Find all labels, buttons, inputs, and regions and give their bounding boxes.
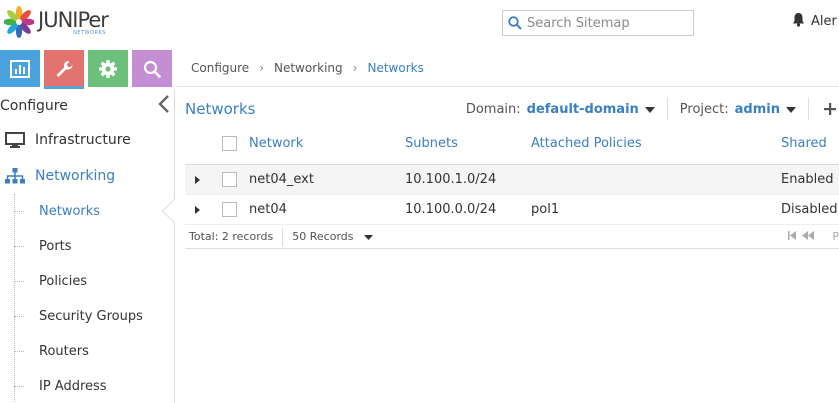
page-label: P xyxy=(832,230,839,243)
divider xyxy=(808,98,809,120)
sidebar-item-label: Ports xyxy=(39,239,72,254)
search-icon xyxy=(143,60,161,78)
sidebar-item-networks[interactable]: Networks xyxy=(0,194,175,229)
sidebar-item-label: Policies xyxy=(39,274,88,289)
monitor-tab[interactable] xyxy=(0,50,40,87)
sidebar-item-networking[interactable]: Networking xyxy=(0,158,174,194)
table-header: Network Subnets Attached Policies Shared xyxy=(185,123,839,165)
plus-icon xyxy=(824,103,836,115)
cell-shared: Disabled xyxy=(781,202,838,217)
sidebar-item-ports[interactable]: Ports xyxy=(0,229,174,264)
first-page-icon[interactable] xyxy=(788,230,797,243)
breadcrumb-separator-icon: › xyxy=(259,61,264,75)
sidebar-item-label: Networks xyxy=(39,204,101,219)
collapse-sidebar-icon[interactable] xyxy=(158,94,170,117)
add-network-button[interactable] xyxy=(821,103,839,115)
breadcrumb-networks: Networks xyxy=(367,61,424,75)
cell-shared: Enabled xyxy=(781,172,834,187)
table-row[interactable]: net04_ext 10.100.1.0/24 Enabled xyxy=(185,165,839,195)
column-attached-policies[interactable]: Attached Policies xyxy=(531,136,781,151)
sidebar: Configure Infrastructure Networking Netw… xyxy=(0,89,175,403)
row-checkbox[interactable] xyxy=(221,172,237,187)
wrench-icon xyxy=(56,60,73,77)
project-value: admin xyxy=(734,101,780,117)
domain-label: Domain: xyxy=(465,101,521,117)
cell-subnets: 10.100.0.0/24 xyxy=(405,202,497,217)
domain-value: default-domain xyxy=(526,101,639,117)
table-row[interactable]: net04 10.100.0.0/24 pol1 Disabled xyxy=(185,195,839,225)
sidebar-item-security-groups[interactable]: Security Groups xyxy=(0,299,174,334)
networking-sub-list: Networks Ports Policies Security Groups … xyxy=(0,194,175,403)
active-pointer-icon xyxy=(161,199,175,223)
breadcrumb-networking[interactable]: Networking xyxy=(274,61,343,75)
settings-tab[interactable] xyxy=(88,50,128,87)
breadcrumb-configure[interactable]: Configure xyxy=(191,61,249,75)
query-tab[interactable] xyxy=(132,50,172,87)
sitemap-icon xyxy=(4,168,26,184)
breadcrumb-separator-icon: › xyxy=(352,61,358,75)
page-title: Networks xyxy=(185,100,256,118)
panel-header: Networks Domain: default-domain Project:… xyxy=(185,96,839,122)
column-shared[interactable]: Shared xyxy=(781,136,839,151)
brand-subtitle: NETWORKS xyxy=(73,30,106,36)
top-header: JUNIPer NETWORKS Search Sitemap Aler xyxy=(0,0,839,46)
sidebar-item-infrastructure[interactable]: Infrastructure xyxy=(0,122,174,158)
project-label: Project: xyxy=(679,101,729,117)
sidebar-header: Configure xyxy=(0,89,174,122)
pagination: P xyxy=(788,230,839,243)
brand-name: JUNIPer xyxy=(38,8,109,32)
caret-down-icon xyxy=(644,102,655,117)
user-name: Aler xyxy=(811,14,837,29)
column-network[interactable]: Network xyxy=(249,136,405,151)
sidebar-item-label: IP Address xyxy=(39,379,107,394)
menu-icon-tabs xyxy=(0,50,172,89)
juniper-flower-icon xyxy=(4,6,34,38)
juniper-logo[interactable]: JUNIPer NETWORKS xyxy=(4,4,109,40)
divider xyxy=(666,98,668,120)
total-records: Total: 2 records xyxy=(189,230,274,243)
cell-subnets: 10.100.1.0/24 xyxy=(405,172,497,187)
table-footer: Total: 2 records 50 Records P xyxy=(185,225,839,249)
row-checkbox[interactable] xyxy=(221,202,237,217)
sidebar-title: Configure xyxy=(0,97,68,114)
sidebar-item-label: Routers xyxy=(39,344,89,359)
cell-network: net04_ext xyxy=(249,172,314,187)
column-subnets[interactable]: Subnets xyxy=(405,136,531,151)
user-menu[interactable]: Aler xyxy=(792,12,837,31)
breadcrumb: Configure › Networking › Networks xyxy=(175,50,839,87)
previous-page-icon[interactable] xyxy=(802,230,815,243)
sidebar-item-label: Infrastructure xyxy=(35,132,131,148)
bar-chart-icon xyxy=(10,59,30,78)
expand-row-icon[interactable] xyxy=(185,205,209,214)
sidebar-item-policies[interactable]: Policies xyxy=(0,264,174,299)
caret-down-icon xyxy=(786,102,796,117)
search-sitemap-input[interactable]: Search Sitemap xyxy=(502,10,694,36)
domain-selector[interactable]: Domain: default-domain xyxy=(466,102,655,117)
sidebar-item-routers[interactable]: Routers xyxy=(0,334,174,369)
sidebar-item-ip-address[interactable]: IP Address xyxy=(0,369,174,403)
caret-down-icon xyxy=(363,230,373,243)
expand-row-icon[interactable] xyxy=(185,175,209,184)
search-icon xyxy=(503,16,527,30)
cell-policies: pol1 xyxy=(531,202,560,217)
search-placeholder: Search Sitemap xyxy=(527,15,630,31)
monitor-icon xyxy=(4,132,26,148)
select-all-checkbox[interactable] xyxy=(221,136,237,151)
configure-tab[interactable] xyxy=(44,50,84,89)
networks-table: Network Subnets Attached Policies Shared… xyxy=(185,123,839,249)
sidebar-item-label: Security Groups xyxy=(39,309,143,324)
bell-icon xyxy=(792,12,805,31)
divider xyxy=(282,227,284,246)
sidebar-item-label: Networking xyxy=(35,168,116,184)
page-size-value: 50 Records xyxy=(292,230,354,243)
main-content: Configure › Networking › Networks Networ… xyxy=(175,50,839,403)
page-size-select[interactable]: 50 Records xyxy=(292,230,373,243)
cell-network: net04 xyxy=(249,202,287,217)
gear-icon xyxy=(99,59,117,78)
project-selector[interactable]: Project: admin xyxy=(680,102,796,117)
